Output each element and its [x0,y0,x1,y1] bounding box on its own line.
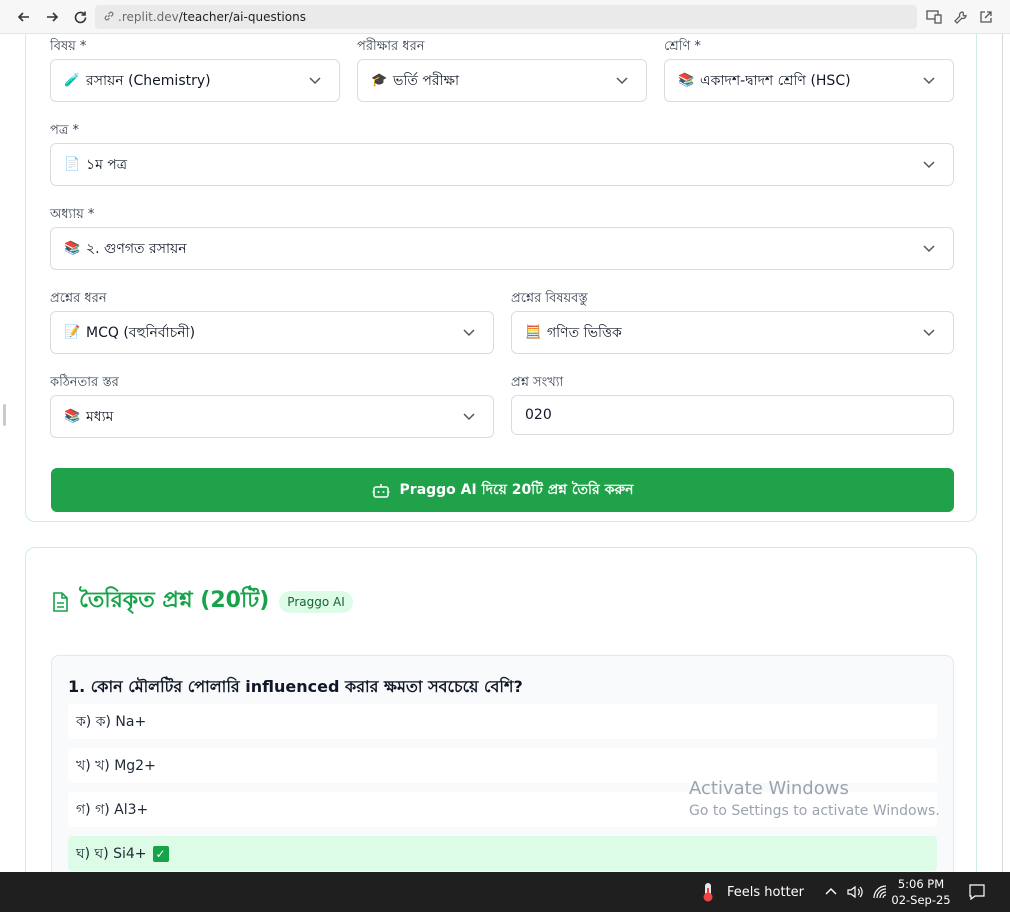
results-title: তৈরিকৃত প্রশ্ন (20টি) [79,588,270,613]
link-icon [103,10,115,25]
page-divider [1002,34,1003,872]
difficulty-select[interactable]: 📚 মধ্যম [50,395,494,438]
chevron-down-icon [923,329,935,337]
question-settings-card: বিষয় * 🧪 রসায়ন (Chemistry) পরীক্ষার ধর… [25,34,977,522]
books-icon: 📚 [678,73,695,88]
bot-icon [372,484,390,498]
question-content-value: গণিত ভিত্তিক [547,324,622,341]
books-icon: 📚 [64,409,81,424]
wrench-icon[interactable] [951,8,969,26]
resize-handle[interactable] [3,404,6,426]
paper-value: ১ম পত্র [86,156,128,173]
activate-windows-watermark: Activate Windows Go to Settings to activ… [689,778,940,819]
file-text-icon [53,591,68,612]
watermark-title: Activate Windows [689,778,849,799]
question-type-label: প্রশ্নের ধরন [50,291,107,306]
address-bar[interactable]: .replit.dev/teacher/ai-questions [95,5,917,29]
paper-select[interactable]: 📄 ১ম পত্র [50,143,954,186]
taskbar: Feels hotter 5:06 PM 02-Sep-25 [0,872,1010,912]
thermometer-icon [703,883,713,902]
memo-icon: 📝 [64,325,81,340]
url-host: .replit.dev [118,10,179,24]
page-content: বিষয় * 🧪 রসায়ন (Chemistry) পরীক্ষার ধর… [0,34,1010,872]
question-count-value: 020 [525,407,552,423]
back-arrow-icon[interactable] [13,6,35,28]
option-a[interactable]: ক) ক) Na+ [68,704,937,739]
weather-widget[interactable]: Feels hotter [698,872,804,912]
cast-icon[interactable] [925,8,943,26]
chevron-up-icon[interactable] [824,872,838,912]
chevron-down-icon [923,245,935,253]
chevron-down-icon [923,161,935,169]
check-mark-icon: ✓ [152,845,169,862]
chapter-select[interactable]: 📚 ২. গুণগত রসায়ন [50,227,954,270]
wifi-icon[interactable] [872,872,888,912]
question-count-input[interactable]: 020 [511,395,954,435]
results-header: তৈরিকৃত প্রশ্ন (20টি) Praggo AI [51,583,353,620]
chapter-value: ২. গুণগত রসায়ন [86,240,187,257]
exam-type-value: ভর্তি পরীক্ষা [393,72,460,89]
graduation-cap-icon: 🎓 [371,73,388,88]
question-type-value: MCQ (বহুনির্বাচনী) [86,324,196,341]
generate-questions-button[interactable]: Praggo AI দিয়ে 20টি প্রশ্ন তৈরি করুন [51,468,954,512]
reload-icon[interactable] [69,6,91,28]
chevron-down-icon [923,77,935,85]
question-content-label: প্রশ্নের বিষয়বস্তু [511,291,588,306]
system-clock[interactable]: 5:06 PM 02-Sep-25 [890,876,952,908]
option-d-text: ঘ) ঘ) Si4+ [76,845,147,862]
browser-toolbar: .replit.dev/teacher/ai-questions [0,0,1010,34]
difficulty-label: কঠিনতার স্তর [50,375,119,390]
subject-select[interactable]: 🧪 রসায়ন (Chemistry) [50,59,340,102]
forward-arrow-icon[interactable] [41,6,63,28]
subject-value: রসায়ন (Chemistry) [86,72,211,89]
class-select[interactable]: 📚 একাদশ-দ্বাদশ শ্রেণি (HSC) [664,59,954,102]
exam-type-label: পরীক্ষার ধরন [357,39,425,54]
clock-time: 5:06 PM [897,877,945,891]
generated-questions-card: তৈরিকৃত প্রশ্ন (20টি) Praggo AI 1. কোন ম… [25,547,977,872]
difficulty-value: মধ্যম [86,408,114,425]
praggo-ai-badge: Praggo AI [279,590,353,613]
books-icon: 📚 [64,241,81,256]
option-b-text: খ) খ) Mg2+ [76,757,156,774]
chevron-down-icon [309,77,321,85]
subject-label: বিষয় * [50,39,87,54]
document-icon: 📄 [64,157,81,172]
open-external-icon[interactable] [977,8,995,26]
question-count-label: প্রশ্ন সংখ্যা [511,375,564,390]
question-card: 1. কোন মৌলটির পোলারি influenced করার ক্ষ… [51,655,954,872]
option-a-text: ক) ক) Na+ [76,713,147,730]
chevron-down-icon [463,329,475,337]
question-text: 1. কোন মৌলটির পোলারি influenced করার ক্ষ… [68,677,523,696]
option-c-text: গ) গ) Al3+ [76,801,149,818]
class-label: শ্রেণি * [664,39,701,54]
question-content-select[interactable]: 🧮 গণিত ভিত্তিক [511,311,954,354]
notification-icon[interactable] [968,872,986,912]
test-tube-icon: 🧪 [64,73,81,88]
abacus-icon: 🧮 [525,325,542,340]
chapter-label: অধ্যায় * [50,207,95,222]
weather-text: Feels hotter [727,884,805,900]
question-type-select[interactable]: 📝 MCQ (বহুনির্বাচনী) [50,311,494,354]
generate-button-label: Praggo AI দিয়ে 20টি প্রশ্ন তৈরি করুন [399,482,634,498]
chevron-down-icon [616,77,628,85]
exam-type-select[interactable]: 🎓 ভর্তি পরীক্ষা [357,59,647,102]
speaker-icon[interactable] [846,872,864,912]
clock-date: 02-Sep-25 [891,893,951,907]
class-value: একাদশ-দ্বাদশ শ্রেণি (HSC) [700,72,851,89]
watermark-subtitle: Go to Settings to activate Windows. [689,803,940,819]
paper-label: পত্র * [50,123,80,138]
chevron-down-icon [463,413,475,421]
url-path: /teacher/ai-questions [178,10,306,24]
option-d-correct[interactable]: ঘ) ঘ) Si4+ ✓ [68,836,937,871]
